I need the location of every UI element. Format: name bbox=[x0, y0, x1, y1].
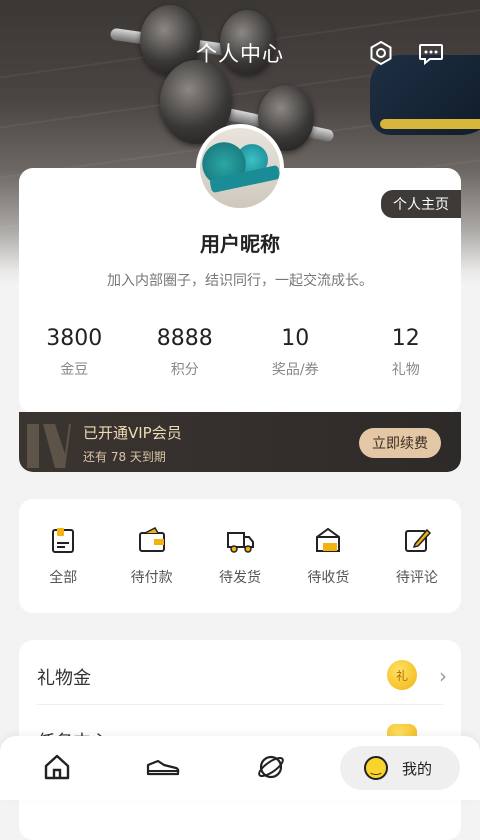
order-label: 全部 bbox=[49, 570, 78, 586]
bottom-tab-bar: ‿ 我的 bbox=[0, 736, 480, 800]
planet-icon bbox=[258, 755, 284, 779]
shoe-icon bbox=[146, 759, 180, 776]
order-label: 待发货 bbox=[219, 570, 262, 586]
stat-value: 3800 bbox=[46, 326, 103, 351]
message-icon[interactable] bbox=[418, 40, 444, 66]
divider bbox=[37, 704, 443, 705]
order-pending-review[interactable]: 待评论 bbox=[373, 499, 461, 613]
page-title: 个人中心 bbox=[196, 42, 284, 66]
stat-value: 12 bbox=[391, 326, 420, 351]
stat-value: 8888 bbox=[156, 326, 213, 351]
order-pending-shipment[interactable]: 待发货 bbox=[196, 499, 284, 613]
vip-title: 已开通VIP会员 bbox=[83, 424, 182, 442]
package-icon bbox=[316, 527, 341, 552]
stats-row: 3800 金豆 8888 积分 10 奖品/券 12 礼物 bbox=[19, 326, 461, 379]
menu-item-gift-money[interactable]: 礼物金 礼 › bbox=[19, 642, 461, 706]
order-label: 待付款 bbox=[130, 570, 173, 586]
user-nickname: 用户昵称 bbox=[200, 232, 280, 256]
order-shortcuts: 全部 待付款 待发货 待收货 待评论 bbox=[19, 499, 461, 613]
order-label: 待收货 bbox=[307, 570, 350, 586]
truck-icon bbox=[227, 532, 255, 553]
tab-mine[interactable]: ‿ 我的 bbox=[340, 746, 460, 790]
home-icon bbox=[44, 754, 70, 780]
all-orders-icon bbox=[52, 528, 75, 553]
vip-expiry: 还有 78 天到期 bbox=[83, 450, 166, 464]
stat-gifts[interactable]: 12 礼物 bbox=[351, 326, 462, 379]
renew-button[interactable]: 立即续费 bbox=[359, 428, 441, 458]
tab-shop[interactable] bbox=[146, 750, 180, 784]
stat-label: 礼物 bbox=[391, 362, 420, 378]
vip-logo-icon bbox=[27, 424, 71, 468]
menu-item-label: 礼物金 bbox=[37, 668, 91, 689]
tab-discover[interactable] bbox=[254, 750, 288, 784]
stat-gold-beans[interactable]: 3800 金豆 bbox=[19, 326, 130, 379]
stat-label: 奖品/券 bbox=[271, 362, 319, 378]
stat-label: 积分 bbox=[170, 362, 199, 378]
avatar[interactable] bbox=[196, 124, 284, 212]
tab-home[interactable] bbox=[40, 750, 74, 784]
stat-value: 10 bbox=[281, 326, 310, 351]
homepage-button[interactable]: 个人主页 bbox=[381, 190, 461, 218]
tab-mine-label: 我的 bbox=[402, 759, 433, 778]
user-intro: 加入内部圈子，结识同行，一起交流成长。 bbox=[107, 273, 373, 289]
order-pending-receipt[interactable]: 待收货 bbox=[284, 499, 372, 613]
stat-points[interactable]: 8888 积分 bbox=[130, 326, 241, 379]
settings-icon[interactable] bbox=[368, 40, 394, 66]
order-all[interactable]: 全部 bbox=[19, 499, 107, 613]
coin-icon: 礼 bbox=[387, 660, 417, 690]
wallet-icon bbox=[138, 527, 165, 552]
stat-prizes[interactable]: 10 奖品/券 bbox=[240, 326, 351, 379]
chevron-right-icon: › bbox=[439, 664, 447, 688]
smiley-icon: ‿ bbox=[364, 756, 388, 780]
vip-banner: 已开通VIP会员 还有 78 天到期 立即续费 bbox=[19, 412, 461, 472]
edit-icon bbox=[404, 528, 431, 552]
stat-label: 金豆 bbox=[60, 362, 89, 378]
order-pending-payment[interactable]: 待付款 bbox=[107, 499, 195, 613]
order-label: 待评论 bbox=[395, 570, 438, 586]
